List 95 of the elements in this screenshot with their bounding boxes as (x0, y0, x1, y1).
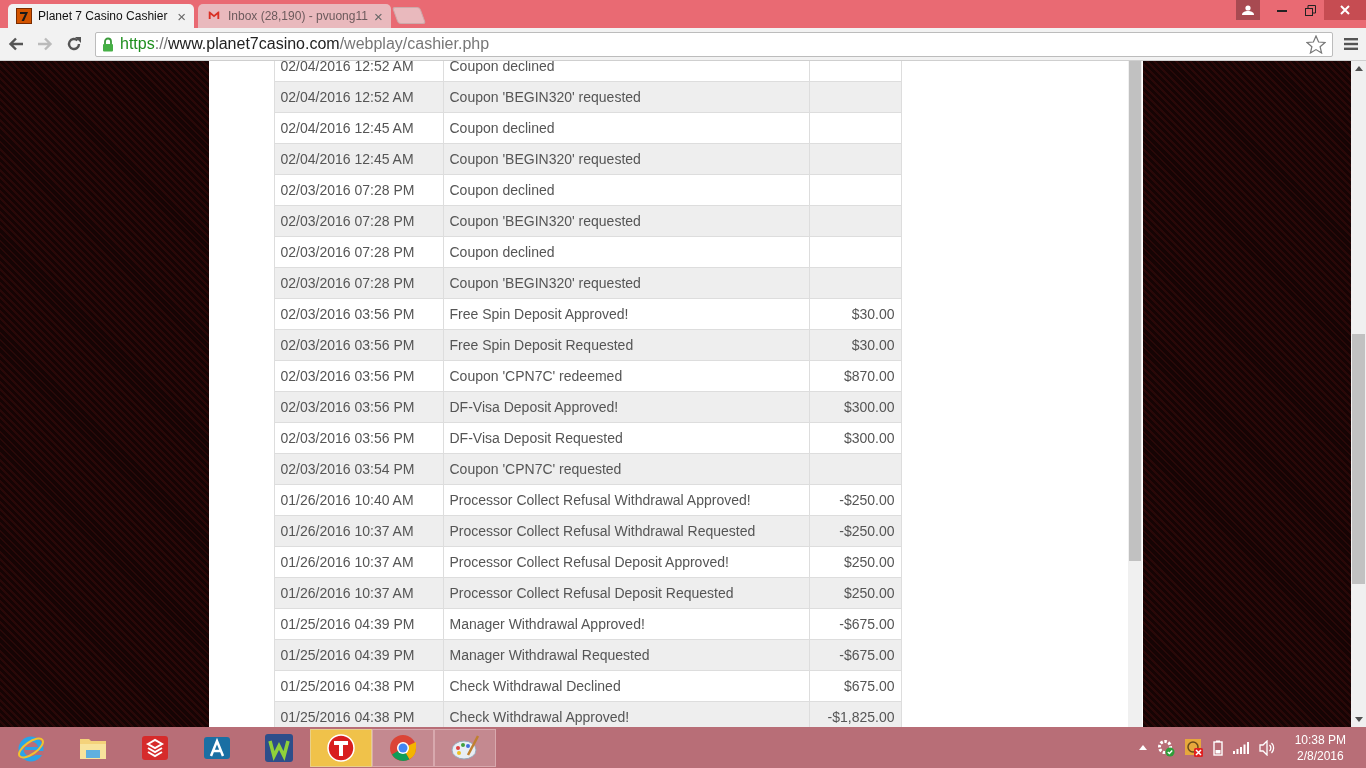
chrome-icon (388, 732, 418, 763)
close-button[interactable] (1324, 0, 1366, 20)
description-cell: Free Spin Deposit Approved! (443, 299, 810, 329)
date-cell: 01/26/2016 10:37 AM (274, 516, 444, 546)
address-bar[interactable]: https://www.planet7casino.com/webplay/cashier.php (95, 31, 1333, 57)
description-cell: Free Spin Deposit Requested (443, 330, 810, 360)
scrollbar-thumb[interactable] (1128, 61, 1141, 561)
menu-icon[interactable] (1344, 38, 1358, 50)
date-cell: 02/03/2016 03:56 PM (274, 423, 444, 453)
description-cell: Coupon declined (443, 113, 810, 143)
date-cell: 01/25/2016 04:38 PM (274, 671, 444, 701)
gear-check-icon[interactable] (1156, 738, 1175, 757)
date-cell: 01/26/2016 10:37 AM (274, 578, 444, 608)
date-cell: 02/03/2016 03:56 PM (274, 392, 444, 422)
scroll-up-icon[interactable] (1354, 66, 1363, 71)
date-cell: 02/04/2016 12:45 AM (274, 113, 444, 143)
description-cell: Coupon declined (443, 237, 810, 267)
date-cell: 01/26/2016 10:40 AM (274, 485, 444, 515)
reload-icon[interactable] (66, 36, 82, 52)
amount-cell: $30.00 (809, 330, 902, 360)
seven-logo-icon (16, 8, 32, 24)
back-icon[interactable] (8, 37, 24, 51)
date-cell: 02/03/2016 07:28 PM (274, 268, 444, 298)
date-cell: 02/03/2016 07:28 PM (274, 175, 444, 205)
description-cell: Coupon 'BEGIN320' requested (443, 268, 810, 298)
scroll-down-icon[interactable] (1354, 717, 1363, 722)
description-cell: Manager Withdrawal Requested (443, 640, 810, 670)
amount-cell: $870.00 (809, 361, 902, 391)
description-cell: Coupon 'CPN7C' requested (443, 454, 810, 484)
date-cell: 01/25/2016 04:39 PM (274, 609, 444, 639)
speaker-icon[interactable] (1258, 739, 1275, 756)
close-tab-button[interactable]: × (373, 7, 383, 25)
letter-t-circle-icon (326, 732, 356, 763)
amount-cell: -$675.00 (809, 609, 902, 639)
amount-cell: -$250.00 (809, 485, 902, 515)
amount-cell: $300.00 (809, 392, 902, 422)
tab-title: Inbox (28,190) - pvuong11 (228, 9, 368, 23)
scrollbar[interactable] (1127, 61, 1142, 727)
scrollbar[interactable] (1351, 61, 1366, 727)
letter-a-tile-icon (202, 734, 232, 761)
description-cell: Processor Collect Refusal Withdrawal Approved! (443, 485, 810, 515)
battery-icon[interactable] (1212, 739, 1223, 756)
star-icon[interactable] (1306, 34, 1326, 54)
browser-tab[interactable]: Inbox (28,190) - pvuong11 × (198, 4, 391, 28)
person-icon (1242, 5, 1254, 15)
description-cell: Processor Collect Refusal Deposit Requested (443, 578, 810, 608)
date-cell: 02/03/2016 07:28 PM (274, 206, 444, 236)
taskbar-button[interactable] (434, 728, 496, 767)
signal-bars-icon[interactable] (1232, 741, 1249, 754)
date-cell: 01/25/2016 04:39 PM (274, 640, 444, 670)
minimize-icon (1277, 8, 1287, 12)
description-cell: Check Withdrawal Declined (443, 671, 810, 701)
description-cell: Coupon 'BEGIN320' requested (443, 206, 810, 236)
date-cell: 01/26/2016 10:37 AM (274, 547, 444, 577)
date-cell: 02/03/2016 03:56 PM (274, 299, 444, 329)
amount-cell: -$675.00 (809, 640, 902, 670)
lock-icon (102, 36, 114, 52)
description-cell: DF-Visa Deposit Approved! (443, 392, 810, 422)
clock[interactable]: 10:38 PM 2/8/2016 (1294, 731, 1346, 764)
taskbar-button[interactable] (372, 728, 434, 767)
description-cell: Coupon declined (443, 61, 810, 81)
description-cell: Coupon declined (443, 175, 810, 205)
amount-cell: $300.00 (809, 423, 902, 453)
date-cell: 02/03/2016 07:28 PM (274, 237, 444, 267)
stacked-layers-icon (140, 733, 170, 762)
restore-icon (1304, 4, 1316, 16)
amount-cell: $30.00 (809, 299, 902, 329)
w-tile-icon (264, 732, 294, 763)
date-cell: 02/03/2016 03:56 PM (274, 361, 444, 391)
date-cell: 02/04/2016 12:52 AM (274, 61, 444, 81)
amount-cell: $250.00 (809, 578, 902, 608)
close-icon (1340, 5, 1350, 15)
date-cell: 02/04/2016 12:52 AM (274, 82, 444, 112)
close-tab-button[interactable]: × (177, 7, 186, 25)
description-cell: Coupon 'BEGIN320' requested (443, 144, 810, 174)
description-cell: Coupon 'CPN7C' redeemed (443, 361, 810, 391)
taskbar-button[interactable] (310, 728, 372, 767)
browser-tab[interactable]: Planet 7 Casino Cashier × (8, 4, 194, 28)
amount-cell: -$250.00 (809, 516, 902, 546)
description-cell: Processor Collect Refusal Withdrawal Requested (443, 516, 810, 546)
date-cell: 02/03/2016 03:56 PM (274, 330, 444, 360)
date-cell: 02/03/2016 03:54 PM (274, 454, 444, 484)
scrollbar-thumb[interactable] (1352, 334, 1365, 584)
show-hidden-icons-icon[interactable] (1138, 745, 1147, 750)
error-badge-icon[interactable] (1184, 738, 1203, 757)
description-cell: Coupon 'BEGIN320' requested (443, 82, 810, 112)
date-cell: 02/04/2016 12:45 AM (274, 144, 444, 174)
tab-title: Planet 7 Casino Cashier (38, 9, 169, 23)
description-cell: DF-Visa Deposit Requested (443, 423, 810, 453)
description-cell: Processor Collect Refusal Deposit Approved! (443, 547, 810, 577)
profile-button[interactable] (1236, 0, 1260, 20)
amount-cell: $675.00 (809, 671, 902, 701)
description-cell: Manager Withdrawal Approved! (443, 609, 810, 639)
mail-icon (206, 10, 222, 22)
amount-cell: $250.00 (809, 547, 902, 577)
